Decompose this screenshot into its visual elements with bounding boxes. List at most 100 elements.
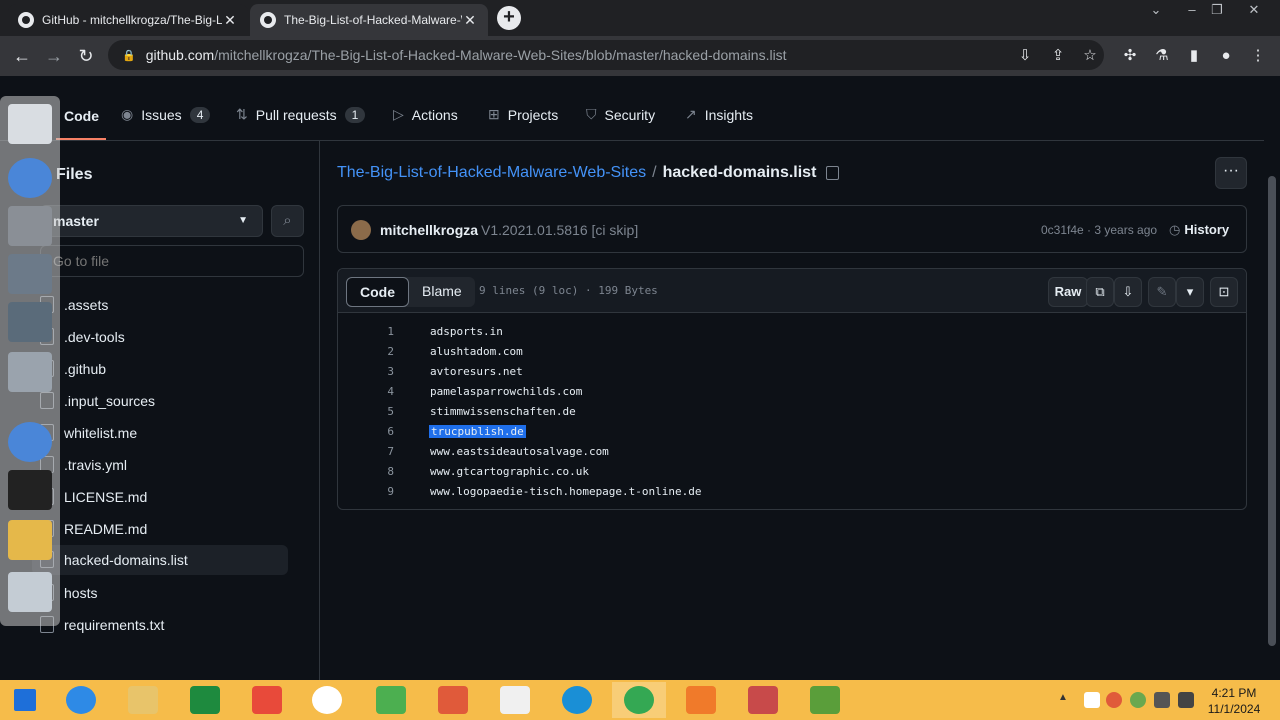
code-view-button[interactable]: Code — [346, 277, 409, 307]
stop-icon[interactable] — [1106, 692, 1122, 708]
address-bar[interactable]: 🔒 github.com/mitchellkrogza/The-Big-List… — [108, 40, 1104, 70]
show-hidden-icons[interactable]: ▲ — [1058, 692, 1074, 708]
breadcrumb-repo-link[interactable]: The-Big-List-of-Hacked-Malware-Web-Sites — [337, 164, 646, 182]
taskbar-app-winrar[interactable] — [736, 682, 790, 718]
go-to-file-input[interactable] — [40, 245, 304, 277]
line-number[interactable]: 6 — [334, 425, 394, 438]
flag-icon[interactable] — [1084, 692, 1100, 708]
tab-insights[interactable]: ↗ Insights — [685, 106, 753, 123]
browser-tab-1[interactable]: GitHub - mitchellkrogza/The-Big-List-of-… — [8, 4, 248, 36]
network-icon[interactable] — [1154, 692, 1170, 708]
folder-icon[interactable] — [8, 206, 52, 246]
tree-item-dev-tools[interactable]: .dev-tools — [32, 322, 288, 352]
taskbar-app-grid[interactable] — [798, 682, 852, 718]
copy-raw-icon[interactable]: ⧉ — [1086, 277, 1114, 307]
taskbar-edge[interactable] — [550, 682, 604, 718]
branch-select-button[interactable]: master ▼ — [40, 205, 263, 237]
taskbar-app-red[interactable] — [426, 682, 480, 718]
taskbar-yandex-browser[interactable] — [300, 682, 354, 718]
back-button[interactable]: ← — [10, 44, 34, 68]
tree-item-input-sources[interactable]: .input_sources — [32, 386, 288, 416]
globe-icon[interactable] — [8, 422, 52, 462]
line-number[interactable]: 5 — [334, 405, 394, 418]
taskbar-chrome[interactable] — [612, 682, 666, 718]
line-number[interactable]: 8 — [334, 465, 394, 478]
bookmark-star-icon[interactable]: ☆ — [1080, 46, 1100, 66]
tree-item-hacked-domains[interactable]: hacked-domains.list — [32, 545, 288, 575]
page-scrollbar[interactable] — [1264, 76, 1280, 681]
line-number[interactable]: 1 — [334, 325, 394, 338]
forward-button[interactable]: → — [42, 44, 66, 68]
chevron-down-icon[interactable]: ⌄ — [1146, 2, 1166, 18]
taskbar-app-rocket[interactable] — [674, 682, 728, 718]
labs-icon[interactable]: ⚗ — [1152, 46, 1172, 66]
taskbar-app-chart[interactable] — [488, 682, 542, 718]
settings-icon[interactable] — [8, 302, 52, 342]
restore-button[interactable]: ❐ — [1207, 2, 1227, 18]
commit-author[interactable]: mitchellkrogza — [380, 222, 478, 238]
edit-icon[interactable]: ✎ — [1148, 277, 1176, 307]
taskbar-clock[interactable]: 4:21 PM 11/1/2024 — [1202, 685, 1266, 717]
line-number[interactable]: 2 — [334, 345, 394, 358]
download-icon[interactable]: ⇩ — [1114, 277, 1142, 307]
profile-icon[interactable]: ● — [1216, 46, 1236, 66]
taskbar-ie[interactable] — [54, 682, 108, 718]
commit-message[interactable]: V1.2021.01.5816 [ci skip] — [481, 222, 638, 238]
document-icon[interactable] — [8, 104, 52, 144]
security-icon[interactable] — [1130, 692, 1146, 708]
tree-item-travis[interactable]: .travis.yml — [32, 450, 288, 480]
volume-muted-icon[interactable] — [1178, 692, 1194, 708]
close-icon[interactable]: ✕ — [222, 12, 238, 29]
tree-item-readme[interactable]: README.md — [32, 514, 288, 544]
tools-icon[interactable] — [8, 520, 52, 560]
raw-button[interactable]: Raw — [1048, 277, 1088, 307]
close-icon[interactable]: ✕ — [462, 12, 478, 29]
tree-item-hosts[interactable]: hosts — [32, 578, 288, 608]
extensions-icon[interactable]: ✣ — [1120, 46, 1140, 66]
search-icon[interactable]: ⌕ — [271, 205, 304, 237]
minimize-button[interactable]: – — [1182, 2, 1202, 17]
tab-security[interactable]: ⛉ Security — [586, 106, 655, 123]
taskbar-checkmark[interactable] — [364, 682, 418, 718]
new-tab-button[interactable]: + — [497, 6, 521, 30]
taskbar-yandex[interactable] — [240, 682, 294, 718]
commit-meta[interactable]: 0c31f4e · 3 years ago — [1041, 223, 1157, 237]
tools-icon[interactable] — [8, 352, 52, 392]
taskbar-explorer[interactable] — [116, 682, 170, 718]
copy-icon[interactable] — [826, 166, 840, 180]
tree-item-assets[interactable]: .assets — [32, 290, 288, 320]
menu-icon[interactable]: ⋮ — [1248, 46, 1268, 66]
tab-pull-requests[interactable]: ⇅ Pull requests 1 — [236, 106, 366, 123]
shirt-icon[interactable] — [8, 470, 52, 510]
tab-actions[interactable]: ▷ Actions — [393, 106, 458, 123]
taskbar-excel[interactable] — [178, 682, 232, 718]
install-icon[interactable]: ⇩ — [1015, 46, 1035, 66]
recycle-bin-icon[interactable] — [8, 572, 52, 612]
line-number[interactable]: 4 — [334, 385, 394, 398]
share-icon[interactable]: ⇪ — [1048, 46, 1068, 66]
chevron-down-icon[interactable]: ▾ — [1176, 277, 1204, 307]
tab-code[interactable]: Code — [64, 108, 99, 124]
line-number[interactable]: 3 — [334, 365, 394, 378]
line-number[interactable]: 7 — [334, 445, 394, 458]
symbols-icon[interactable]: ⊡ — [1210, 277, 1238, 307]
globe-icon[interactable] — [8, 158, 52, 198]
scrollbar-thumb[interactable] — [1268, 176, 1276, 646]
start-button[interactable] — [0, 682, 54, 718]
tree-item-license[interactable]: LICENSE.md — [32, 482, 288, 512]
reload-button[interactable]: ↻ — [74, 44, 98, 68]
tree-item-whitelist[interactable]: whitelist.me — [32, 418, 288, 448]
side-panel-icon[interactable]: ▮ — [1184, 46, 1204, 66]
more-options-button[interactable]: ··· — [1215, 157, 1247, 189]
browser-tab-2[interactable]: The-Big-List-of-Hacked-Malware-Web-Sites… — [250, 4, 488, 36]
folder-icon[interactable] — [8, 254, 52, 294]
tree-item-github[interactable]: .github — [32, 354, 288, 384]
tab-projects[interactable]: ⊞ Projects — [488, 106, 558, 123]
window-close-button[interactable]: ✕ — [1244, 2, 1264, 18]
blame-view-button[interactable]: Blame — [409, 277, 475, 307]
tab-issues[interactable]: ◉ Issues 4 — [121, 106, 211, 123]
line-number[interactable]: 9 — [334, 485, 394, 498]
avatar[interactable] — [351, 220, 371, 240]
tree-item-requirements[interactable]: requirements.txt — [32, 610, 288, 640]
history-button[interactable]: ◷ History — [1169, 222, 1229, 238]
